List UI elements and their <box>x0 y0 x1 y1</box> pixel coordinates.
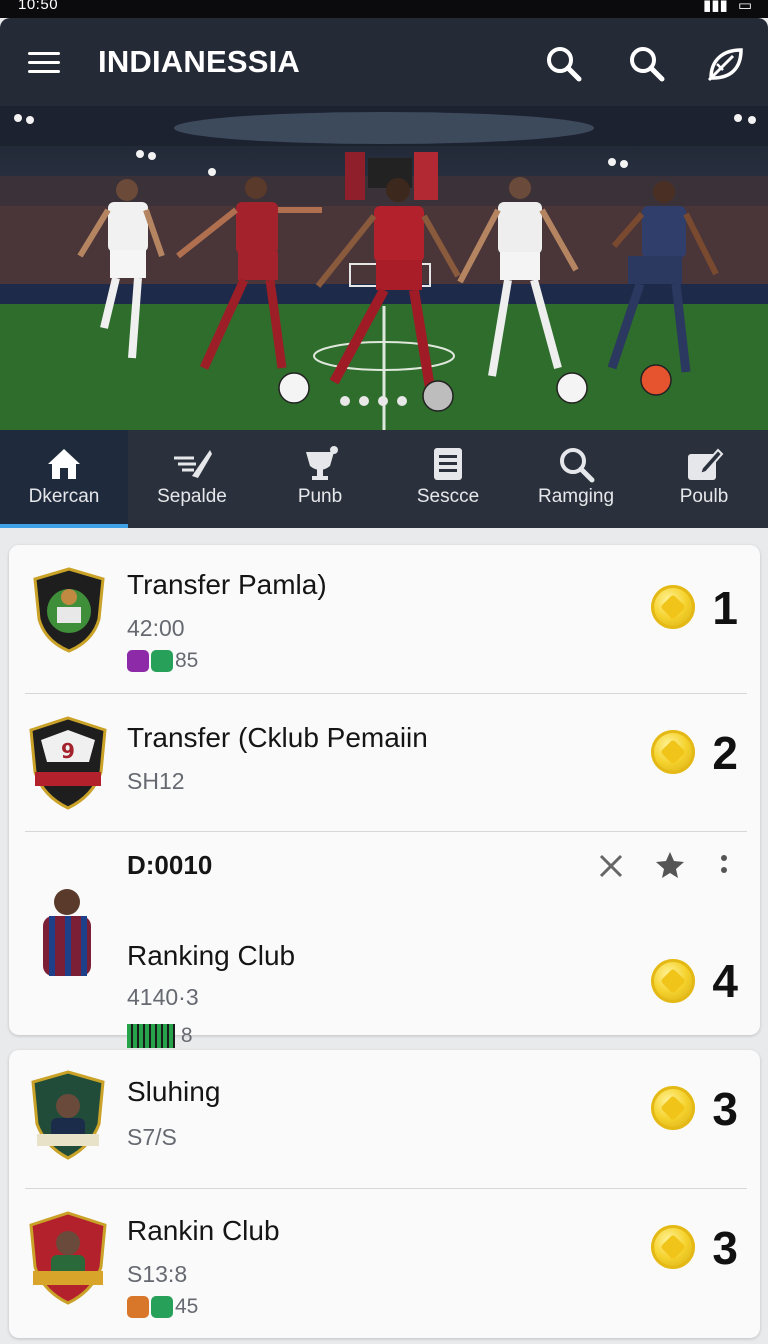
trophy-icon <box>306 446 338 480</box>
coin-icon <box>651 1086 695 1130</box>
star-icon[interactable] <box>655 850 685 880</box>
tab-label: Punb <box>297 486 343 507</box>
status-time: 10:50 <box>18 0 59 13</box>
row-subtitle: SH12 <box>127 768 185 794</box>
rank-number: 3 <box>712 1083 738 1135</box>
list-item[interactable]: D:0010 Ranking Club 4140·3 8 4 <box>9 832 760 1049</box>
tab-news[interactable]: Sescce <box>384 430 512 528</box>
row-meta: 8 <box>127 1024 193 1049</box>
meta-value: 8 <box>180 1024 193 1047</box>
transfer-card: Transfer Pamla) 42:00 85 1 9 Transfer (C… <box>9 545 760 1049</box>
row-meta: 85 <box>127 649 198 673</box>
tab-label: Ramging <box>537 486 615 507</box>
tab-ranking[interactable]: Ramging <box>512 430 640 528</box>
tab-label: Sescce <box>416 486 480 507</box>
coin-icon <box>651 1225 695 1269</box>
tab-label: Dkercan <box>28 486 100 507</box>
list-item[interactable]: Transfer Pamla) 42:00 85 1 <box>9 545 760 693</box>
purple-badge-icon <box>127 650 149 673</box>
list-item[interactable]: Rankin Club S13:8 45 3 <box>9 1189 760 1335</box>
status-bar: 10:50 ▮▮▮ ▭ <box>0 0 768 18</box>
tab-label: Sepalde <box>157 486 227 507</box>
tab-edit[interactable]: Poulb <box>640 430 768 528</box>
tab-boot[interactable]: Sepalde <box>128 430 256 528</box>
svg-text:9: 9 <box>61 739 75 763</box>
row-subtitle: S7/S <box>127 1124 177 1150</box>
tab-label: Poulb <box>679 486 729 507</box>
list-item[interactable]: Sluhing S7/S 3 <box>9 1050 760 1188</box>
boot-icon <box>174 450 212 478</box>
rank-number: 1 <box>712 582 738 634</box>
player-avatar <box>43 889 91 976</box>
stadium-illustration <box>0 106 768 430</box>
row-subtitle: S13:8 <box>127 1261 188 1287</box>
signal-icon: ▮▮▮ <box>703 0 728 14</box>
row-title: Transfer (Cklub Pemaiin <box>127 722 428 753</box>
carousel-dot[interactable] <box>397 396 407 406</box>
list-item[interactable]: 9 Transfer (Cklub Pemaiin SH12 2 <box>9 694 760 831</box>
more-vertical-icon[interactable] <box>719 852 729 878</box>
green-badge-icon <box>151 1296 173 1319</box>
carousel-dots <box>340 396 407 406</box>
status-icons: ▮▮▮ ▭ <box>703 0 752 14</box>
row-meta: 45 <box>127 1295 198 1319</box>
meta-value: 45 <box>175 1295 199 1318</box>
app-title: INDIANESSIA <box>98 44 301 79</box>
search-icon[interactable] <box>625 42 669 86</box>
club-crest-icon <box>31 1070 105 1160</box>
carousel-dot[interactable] <box>359 396 369 406</box>
club-crest-icon <box>33 567 105 653</box>
hero-banner[interactable] <box>0 106 768 430</box>
battery-icon: ▭ <box>737 0 752 14</box>
stats-bars-icon <box>127 1024 175 1049</box>
tab-trophy[interactable]: Punb <box>256 430 384 528</box>
rank-number: 3 <box>712 1222 738 1274</box>
orange-badge-icon <box>127 1296 149 1319</box>
search-icon <box>560 448 595 483</box>
club-crest-icon: 9 <box>29 716 107 810</box>
menu-icon[interactable] <box>28 52 60 74</box>
edit-icon <box>688 448 724 480</box>
row-header: D:0010 <box>127 850 213 880</box>
leaf-icon[interactable] <box>703 42 747 86</box>
coin-icon <box>651 730 695 774</box>
carousel-dot[interactable] <box>340 396 350 406</box>
search-icon[interactable] <box>542 42 586 86</box>
meta-value: 85 <box>175 649 199 672</box>
news-icon <box>434 448 462 480</box>
carousel-dot[interactable] <box>378 396 388 406</box>
rank-number: 2 <box>712 727 738 779</box>
row-title: Sluhing <box>127 1076 221 1107</box>
row-title: Transfer Pamla) <box>127 569 327 600</box>
close-icon[interactable] <box>597 852 625 880</box>
tab-bar: Dkercan Sepalde Punb Sescce Ramging Poul… <box>0 430 768 528</box>
row-title: Ranking Club <box>127 940 296 971</box>
home-icon <box>48 449 80 479</box>
tab-home[interactable]: Dkercan <box>0 430 128 528</box>
app-bar: INDIANESSIA <box>0 18 768 106</box>
coin-icon <box>651 585 695 629</box>
coin-icon <box>651 959 695 1003</box>
row-subtitle: 42:00 <box>127 615 185 641</box>
ranking-card: Sluhing S7/S 3 Rankin Club S13:8 45 3 <box>9 1050 760 1338</box>
row-subtitle: 4140·3 <box>127 984 199 1010</box>
rank-number: 4 <box>712 955 738 1007</box>
green-badge-icon <box>151 650 173 673</box>
club-crest-icon <box>29 1211 107 1305</box>
row-title: Rankin Club <box>127 1215 280 1246</box>
